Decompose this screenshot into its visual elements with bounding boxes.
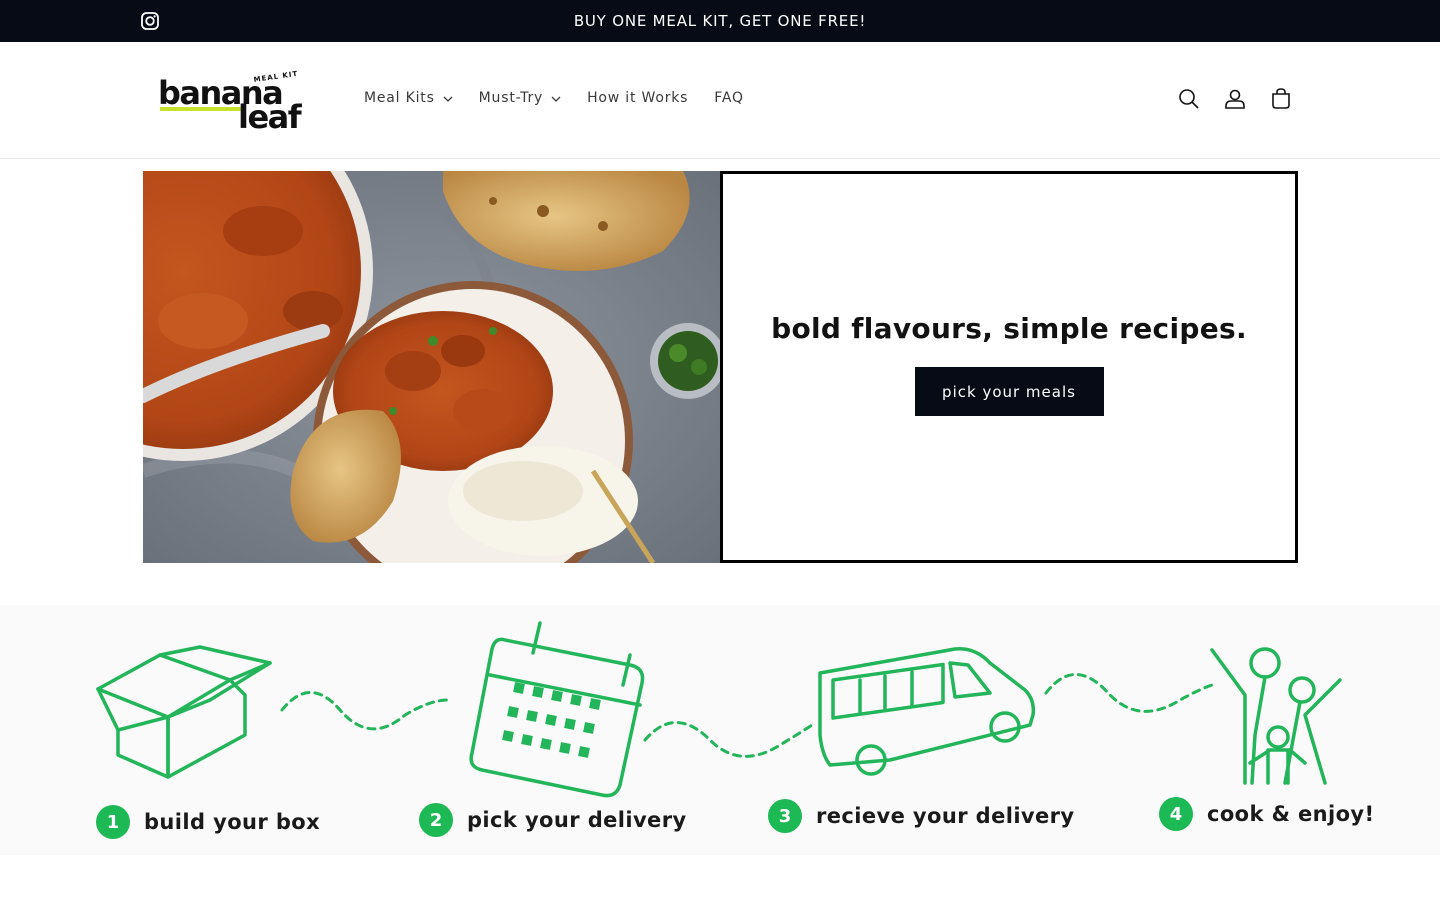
step-1-label: build your box — [144, 810, 321, 834]
announcement-text: BUY ONE MEAL KIT, GET ONE FREE! — [573, 12, 867, 30]
instagram-icon[interactable] — [140, 11, 160, 31]
step-2-number: 2 — [419, 803, 453, 837]
hero-heading: bold flavours, simple recipes. — [771, 312, 1247, 345]
how-it-works-steps: 1 build your box 2 pick your delivery 3 … — [0, 605, 1440, 855]
header-icons — [1178, 87, 1292, 111]
step-3-number: 3 — [768, 799, 802, 833]
chevron-down-icon — [551, 96, 561, 102]
connector-dash — [643, 721, 814, 758]
nav-must-try[interactable]: Must-Try — [479, 88, 561, 108]
hero-section: bold flavours, simple recipes. pick your… — [143, 171, 1298, 563]
step-1: 1 build your box — [96, 805, 320, 839]
step-4-number: 4 — [1159, 797, 1193, 831]
nav-must-try-label: Must-Try — [478, 90, 544, 106]
family-icon — [1210, 647, 1342, 785]
site-header: MEAL KIT banana leaf Meal Kits Must-Try … — [0, 42, 1440, 159]
search-icon[interactable] — [1178, 87, 1200, 111]
logo-leaf-text: leaf — [238, 98, 303, 132]
step-3: 3 recieve your delivery — [768, 799, 1075, 833]
cart-icon[interactable] — [1270, 87, 1292, 111]
nav-faq[interactable]: FAQ — [714, 88, 744, 108]
step-2-label: pick your delivery — [467, 808, 687, 832]
van-icon — [818, 647, 1036, 776]
hero-food-image — [143, 171, 720, 563]
nav-meal-kits-label: Meal Kits — [364, 90, 435, 106]
step-3-label: recieve your delivery — [816, 804, 1075, 828]
main-nav: Meal Kits Must-Try How it Works FAQ — [352, 88, 770, 108]
step-1-number: 1 — [96, 805, 130, 839]
step-2: 2 pick your delivery — [419, 803, 687, 837]
pick-your-meals-button[interactable]: pick your meals — [914, 367, 1104, 416]
chevron-down-icon — [443, 96, 453, 102]
step-4-label: cook & enjoy! — [1207, 802, 1375, 826]
calendar-icon — [469, 621, 645, 798]
box-icon — [96, 645, 272, 779]
hero-text-box: bold flavours, simple recipes. pick your… — [720, 171, 1298, 563]
connector-dash — [1044, 673, 1214, 713]
step-4: 4 cook & enjoy! — [1159, 797, 1375, 831]
nav-faq-label: FAQ — [714, 90, 744, 106]
nav-how-it-works[interactable]: How it Works — [587, 88, 688, 108]
connector-dash — [280, 691, 450, 731]
announcement-bar: BUY ONE MEAL KIT, GET ONE FREE! — [0, 0, 1440, 42]
nav-meal-kits[interactable]: Meal Kits — [364, 88, 453, 108]
nav-how-it-works-label: How it Works — [587, 90, 689, 106]
account-icon[interactable] — [1224, 87, 1246, 111]
banana-leaf-logo[interactable]: MEAL KIT banana leaf — [158, 70, 308, 132]
